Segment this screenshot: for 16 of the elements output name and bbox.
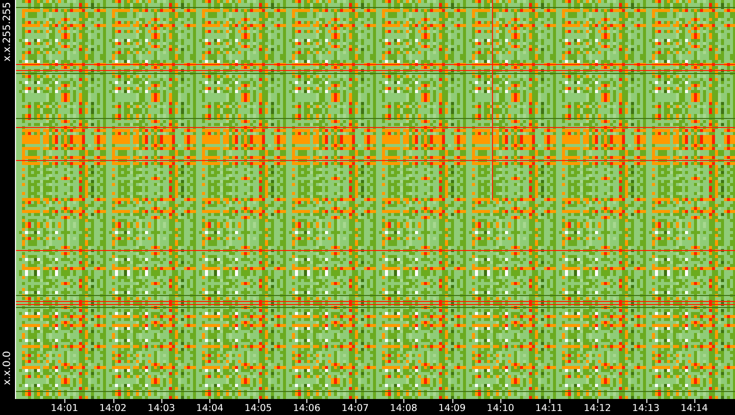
tick-label: 14:06 xyxy=(293,399,320,415)
tick-label: 14:12 xyxy=(584,399,612,415)
tick-label: 14:01 xyxy=(50,399,78,415)
tick-label: 14:14 xyxy=(680,399,708,415)
tick-label: 14:13 xyxy=(632,399,660,415)
tick-label: 14:07 xyxy=(341,399,369,415)
tick-label: 14:02 xyxy=(99,399,127,415)
tick-label: 14:09 xyxy=(438,399,466,415)
tick-label: 14:05 xyxy=(244,399,272,415)
axis-label: x.x.255.255 xyxy=(2,2,14,62)
tick-label: 14:03 xyxy=(148,399,176,415)
tick-label: 14:04 xyxy=(196,399,224,415)
tick-label: 14:08 xyxy=(390,399,418,415)
tick-label: 14:10 xyxy=(486,399,514,415)
axis-label: x.x.0.0 xyxy=(2,350,14,385)
tick-label: 14:11 xyxy=(535,399,563,415)
